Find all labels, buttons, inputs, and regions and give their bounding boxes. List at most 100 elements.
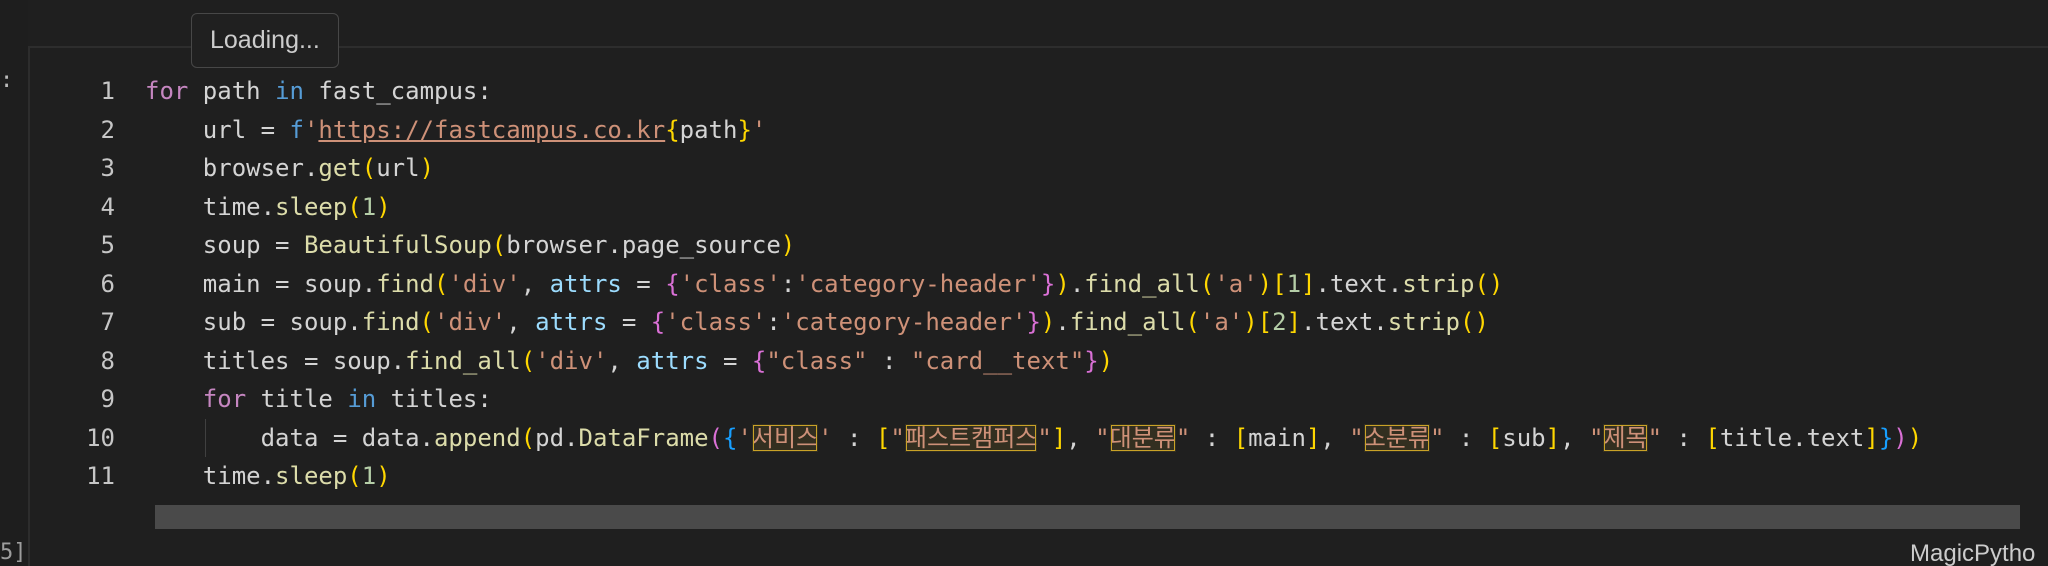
code-token: ) <box>376 462 391 490</box>
code-token: : <box>867 346 911 375</box>
code-token: { <box>665 115 680 144</box>
code-token: soup = <box>145 231 304 259</box>
code-token: in <box>275 77 304 105</box>
code-token: . <box>1055 308 1070 336</box>
code-token: ) <box>1040 308 1056 336</box>
code-token: [ <box>1233 423 1249 452</box>
code-token: " <box>1349 423 1364 452</box>
code-token: attrs <box>535 308 608 336</box>
code-token: () <box>1460 308 1489 336</box>
code-token: in <box>347 385 377 413</box>
line-source: sub = soup.find('div', attrs = {'class':… <box>145 303 1489 342</box>
code-token: ( <box>1199 269 1215 298</box>
highlighted-token: 대분류 <box>1109 423 1176 452</box>
language-mode-label[interactable]: MagicPytho <box>1910 540 2035 566</box>
code-token: sleep <box>275 462 348 490</box>
code-editor[interactable]: 1 for path in fast_campus: 2 url = f'https… <box>0 72 2048 496</box>
code-token: { <box>650 308 666 336</box>
code-token: { <box>723 423 738 452</box>
code-token: : <box>832 423 876 452</box>
code-token: sub = soup. <box>145 308 362 336</box>
code-token: 'category-header' <box>780 308 1027 336</box>
code-token: data = data. <box>145 423 434 452</box>
code-token: ] <box>1545 423 1561 452</box>
code-token: ] <box>1286 308 1302 336</box>
line-number: 2 <box>100 115 115 144</box>
code-token: " <box>1430 423 1445 452</box>
code-token: 'category-header' <box>795 269 1041 298</box>
code-line[interactable]: 11 time.sleep(1) <box>0 457 2048 496</box>
code-token: [ <box>875 423 891 452</box>
code-token: path <box>188 77 276 105</box>
line-number: 1 <box>100 77 115 105</box>
code-token: , <box>520 269 550 298</box>
line-number: 11 <box>86 462 115 490</box>
code-line[interactable]: 7 sub = soup.find('div', attrs = {'class… <box>0 303 2048 342</box>
line-number: 7 <box>100 308 115 336</box>
code-token: 'class' <box>665 308 767 336</box>
code-token: 1 <box>361 192 377 221</box>
code-token: find <box>376 269 434 298</box>
code-line[interactable]: 3 browser.get(url) <box>0 149 2048 188</box>
code-line[interactable]: 5 soup = BeautifulSoup(browser.page_sour… <box>0 226 2048 265</box>
code-line[interactable]: 1 for path in fast_campus: <box>0 72 2048 111</box>
code-token: ( <box>419 308 434 336</box>
code-token: titles: <box>376 385 492 413</box>
code-token: } <box>1878 423 1894 452</box>
code-token: browser. <box>145 154 319 182</box>
code-token: 'a' <box>1199 308 1244 336</box>
code-token: titles = soup. <box>145 346 406 375</box>
code-token: strip <box>1402 269 1475 298</box>
code-token: = <box>607 308 651 336</box>
code-token: ( <box>491 231 507 259</box>
code-token: ] <box>1051 423 1067 452</box>
hover-tooltip: Loading... <box>191 13 339 68</box>
code-token: main <box>1248 423 1306 452</box>
code-token: ' <box>303 115 319 144</box>
code-token: DataFrame <box>578 423 709 452</box>
code-line[interactable]: 4 time.sleep(1) <box>0 188 2048 227</box>
code-token: } <box>1026 308 1041 336</box>
code-token: 1 <box>361 462 377 490</box>
code-token: BeautifulSoup <box>303 231 492 259</box>
code-token: : <box>780 269 796 298</box>
code-token: find_all <box>405 346 521 375</box>
code-token: pd. <box>535 423 579 452</box>
code-token: " <box>1588 423 1604 452</box>
code-line[interactable]: 9 for title in titles: <box>0 380 2048 419</box>
code-token: path <box>679 115 738 144</box>
code-token: ( <box>520 346 536 375</box>
code-token: sub <box>1502 423 1546 452</box>
code-token: ( <box>520 423 536 452</box>
code-token: .text. <box>1315 269 1403 298</box>
code-line[interactable]: 6 main = soup.find('div', attrs = {'clas… <box>0 265 2048 304</box>
code-token: ( <box>1185 308 1200 336</box>
code-token: find_all <box>1084 269 1200 298</box>
code-token: " <box>890 423 905 452</box>
code-token: : <box>766 308 781 336</box>
code-token: ) <box>1893 423 1908 452</box>
line-source: time.sleep(1) <box>145 188 391 227</box>
code-token: f <box>289 115 304 144</box>
code-token: ( <box>708 423 723 452</box>
code-token: .text. <box>1301 308 1388 336</box>
line-number: 3 <box>100 154 115 182</box>
code-token: " <box>1647 423 1663 452</box>
code-token: { <box>751 346 767 375</box>
code-token: [ <box>1257 308 1273 336</box>
code-token: : <box>1444 423 1488 452</box>
code-token: ) <box>1098 346 1114 375</box>
code-token: } <box>737 115 752 144</box>
code-token: " <box>1095 423 1110 452</box>
code-token: browser.page_source <box>506 231 781 259</box>
code-token: 'div' <box>434 308 507 336</box>
horizontal-scrollbar[interactable] <box>155 505 2020 529</box>
code-line[interactable]: 2 url = f'https://fastcampus.co.kr{path}… <box>0 111 2048 150</box>
code-line[interactable]: 8 titles = soup.find_all('div', attrs = … <box>0 342 2048 381</box>
execution-count: 5] <box>0 540 27 565</box>
code-token: ) <box>780 231 796 259</box>
line-source: data = data.append(pd.DataFrame({'서비스' :… <box>145 419 1922 458</box>
code-line[interactable]: 10 data = data.append(pd.DataFrame({'서비스… <box>0 418 2048 458</box>
code-token: ' <box>751 115 767 144</box>
